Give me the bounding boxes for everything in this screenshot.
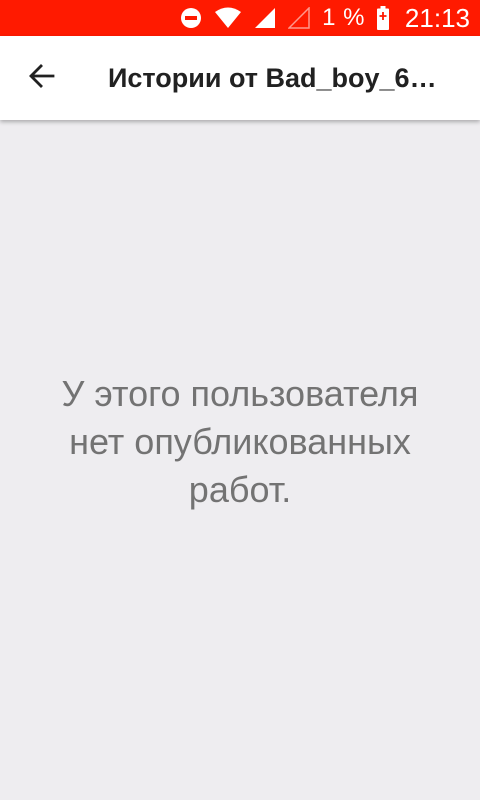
status-icons: 1 % 21:13	[180, 0, 470, 36]
no-sim-signal-icon	[288, 7, 310, 29]
arrow-left-icon	[28, 62, 56, 95]
battery-charging-icon	[376, 6, 389, 30]
signal-icon	[254, 7, 276, 29]
wifi-icon	[214, 7, 242, 29]
app-bar: Истории от Bad_boy_6…	[0, 36, 480, 120]
page-title: Истории от Bad_boy_6…	[108, 63, 437, 93]
back-button[interactable]	[20, 54, 64, 102]
main-content: У этого пользователя нет опубликованных …	[0, 120, 480, 800]
do-not-disturb-icon	[180, 7, 202, 29]
battery-percentage: 1 %	[322, 4, 365, 31]
clock: 21:13	[404, 3, 470, 33]
status-bar: 1 % 21:13	[0, 0, 480, 36]
empty-state-message: У этого пользователя нет опубликованных …	[61, 373, 419, 510]
